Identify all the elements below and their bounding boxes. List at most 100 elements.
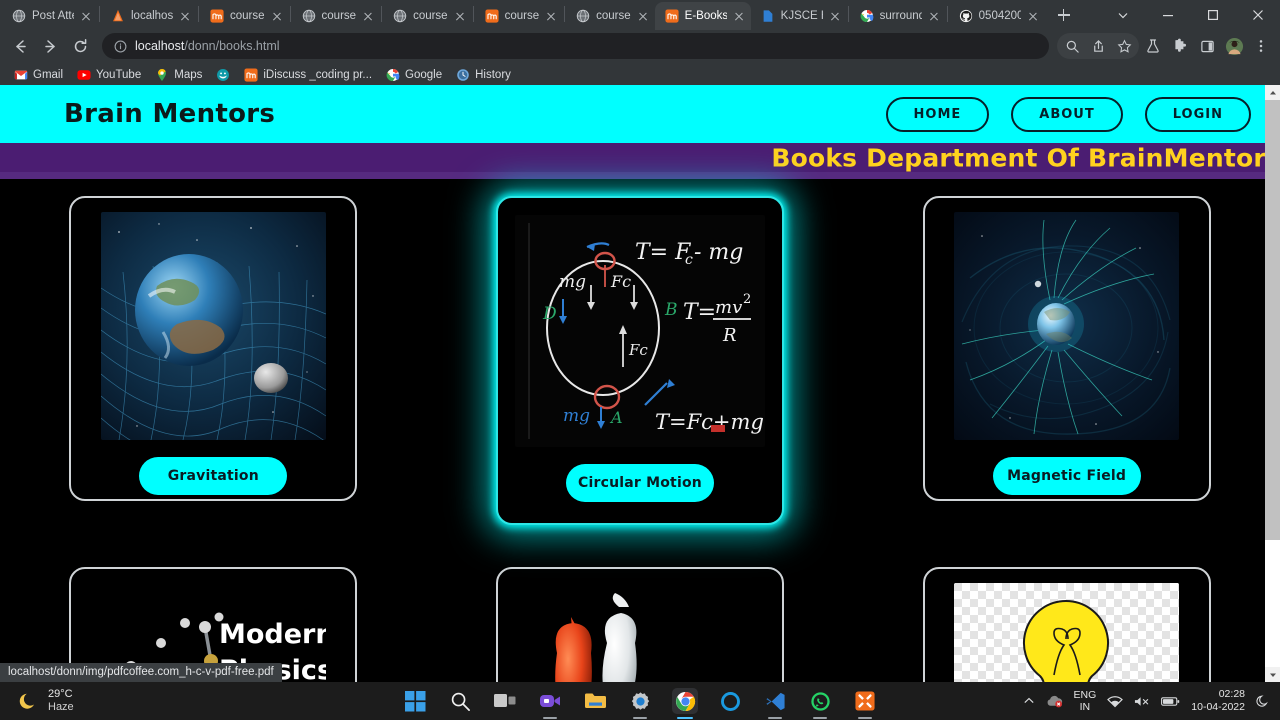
tab-close-icon[interactable] <box>1027 10 1039 22</box>
browser-tab[interactable]: course <box>292 2 381 30</box>
site-info-icon[interactable] <box>114 40 127 53</box>
extensions-puzzle-icon[interactable] <box>1167 33 1193 59</box>
tab-separator <box>381 6 383 22</box>
tab-separator <box>847 6 849 22</box>
bookmark-item[interactable]: Gmail <box>8 66 69 84</box>
history-clock-icon <box>456 68 470 82</box>
browser-tab[interactable]: course <box>566 2 655 30</box>
bookmark-label: iDiscuss _coding pr... <box>263 69 373 81</box>
tab-close-icon[interactable] <box>271 10 283 22</box>
bookmark-item[interactable]: Maps <box>149 66 208 84</box>
tab-close-icon[interactable] <box>733 10 745 22</box>
zoom-search-icon[interactable] <box>1059 33 1085 59</box>
forward-arrow-icon[interactable] <box>36 32 64 60</box>
tab-title: localhost <box>131 10 173 22</box>
search-icon[interactable] <box>447 688 473 714</box>
onedrive-error-icon[interactable] <box>1046 694 1063 708</box>
browser-tab[interactable]: localhost <box>101 2 197 30</box>
tab-close-icon[interactable] <box>637 10 649 22</box>
minimize-icon[interactable] <box>1145 0 1190 30</box>
address-bar[interactable]: localhost/donn/books.html <box>102 33 1049 59</box>
folder-icon[interactable] <box>582 688 608 714</box>
chrome-menu-icon[interactable] <box>1248 33 1274 59</box>
tab-close-icon[interactable] <box>545 10 557 22</box>
bookmark-item[interactable]: History <box>450 66 517 84</box>
browser-tab-active[interactable]: E-Books <box>654 2 751 30</box>
bookmark-star-icon[interactable] <box>1111 33 1137 59</box>
book-card-gravitation[interactable]: Gravitation <box>69 196 358 501</box>
tab-close-icon[interactable] <box>928 10 940 22</box>
chrome-icon[interactable] <box>672 688 698 719</box>
video-chat-icon[interactable] <box>537 688 563 719</box>
new-tab-button[interactable] <box>1051 2 1077 28</box>
books-row-1: Gravitation T= F c - mg mg Fc D B T= mv … <box>0 196 1280 525</box>
browser-tab[interactable]: Post Atte <box>2 2 98 30</box>
gear-icon[interactable] <box>627 688 653 719</box>
xampp-icon[interactable] <box>852 688 878 719</box>
reload-icon[interactable] <box>66 32 94 60</box>
nav-about-button[interactable]: ABOUT <box>1011 96 1123 132</box>
bookmark-item[interactable]: YouTube <box>71 66 147 84</box>
tab-close-icon[interactable] <box>179 10 191 22</box>
tab-close-icon[interactable] <box>80 10 92 22</box>
browser-tab[interactable]: KJSCE Ha <box>751 2 847 30</box>
moon-focus-icon[interactable] <box>1256 694 1270 708</box>
book-card-light-bulb[interactable] <box>922 567 1211 682</box>
bookmark-item[interactable]: Google <box>380 66 448 84</box>
tab-close-icon[interactable] <box>829 10 841 22</box>
taskbar-weather-widget[interactable]: 29°C Haze <box>0 688 250 713</box>
books-grid: Gravitation T= F c - mg mg Fc D B T= mv … <box>0 179 1280 682</box>
book-button-circular-motion[interactable]: Circular Motion <box>565 464 714 502</box>
tab-close-icon[interactable] <box>362 10 374 22</box>
whatsapp-icon[interactable] <box>807 688 833 719</box>
sidepanel-icon[interactable] <box>1194 33 1220 59</box>
share-icon[interactable] <box>1085 33 1111 59</box>
scrollbar-thumb[interactable] <box>1265 100 1280 540</box>
tab-title: E-Books <box>684 10 727 22</box>
vscode-icon[interactable] <box>762 688 788 719</box>
scroll-down-arrow-icon[interactable] <box>1265 667 1280 682</box>
clock[interactable]: 02:28 10-04-2022 <box>1191 688 1245 713</box>
book-card-magnetic-field[interactable]: Magnetic Field <box>922 196 1211 501</box>
profile-avatar-icon[interactable] <box>1221 33 1247 59</box>
tab-close-icon[interactable] <box>454 10 466 22</box>
chevron-up-icon[interactable] <box>1023 695 1035 707</box>
book-card-balloons[interactable] <box>495 567 784 682</box>
maximize-icon[interactable] <box>1190 0 1235 30</box>
ring-icon[interactable] <box>717 688 743 714</box>
start-button[interactable] <box>402 688 428 714</box>
scroll-up-arrow-icon[interactable] <box>1265 85 1280 100</box>
nav-home-button[interactable]: HOME <box>885 96 990 132</box>
nav-login-button[interactable]: LOGIN <box>1144 96 1251 132</box>
browser-tab[interactable]: course <box>475 2 564 30</box>
bookmark-item[interactable]: iDiscuss _coding pr... <box>238 66 378 84</box>
book-button-magnetic-field[interactable]: Magnetic Field <box>992 457 1141 495</box>
browser-tab[interactable]: surround <box>850 2 946 30</box>
browser-tab[interactable]: 05042002 <box>949 2 1045 30</box>
app-running-indicator <box>543 716 557 719</box>
wifi-icon[interactable] <box>1107 695 1124 708</box>
scrollbar-track[interactable] <box>1265 100 1280 667</box>
experiment-icon[interactable] <box>1140 33 1166 59</box>
tab-separator <box>946 6 948 22</box>
close-icon[interactable] <box>1235 0 1280 30</box>
battery-icon[interactable] <box>1161 696 1180 707</box>
task-view-icon[interactable] <box>492 688 518 714</box>
globe-icon <box>302 9 316 23</box>
book-card-circular-motion[interactable]: T= F c - mg mg Fc D B T= mv 2 R Fc mg A … <box>495 196 784 525</box>
browser-tab[interactable]: course <box>383 2 472 30</box>
status-bubble: localhost/donn/img/pdfcoffee.com_h-c-v-p… <box>0 663 282 682</box>
screen: Post Atte localhost course course course cour… <box>0 0 1280 720</box>
browser-tab[interactable]: course <box>200 2 289 30</box>
github-icon <box>959 9 973 23</box>
bookmark-item[interactable] <box>210 66 236 84</box>
page-scrollbar[interactable] <box>1265 85 1280 682</box>
book-button-gravitation[interactable]: Gravitation <box>139 457 288 495</box>
bookmark-label: Maps <box>174 69 203 81</box>
tab-search-chevron-icon[interactable] <box>1100 0 1145 30</box>
tab-title: Post Atte <box>32 10 74 22</box>
back-arrow-icon[interactable] <box>6 32 34 60</box>
svg-text:mg: mg <box>563 406 590 426</box>
volume-muted-icon[interactable] <box>1134 695 1150 708</box>
language-indicator[interactable]: ENG IN <box>1074 689 1097 713</box>
